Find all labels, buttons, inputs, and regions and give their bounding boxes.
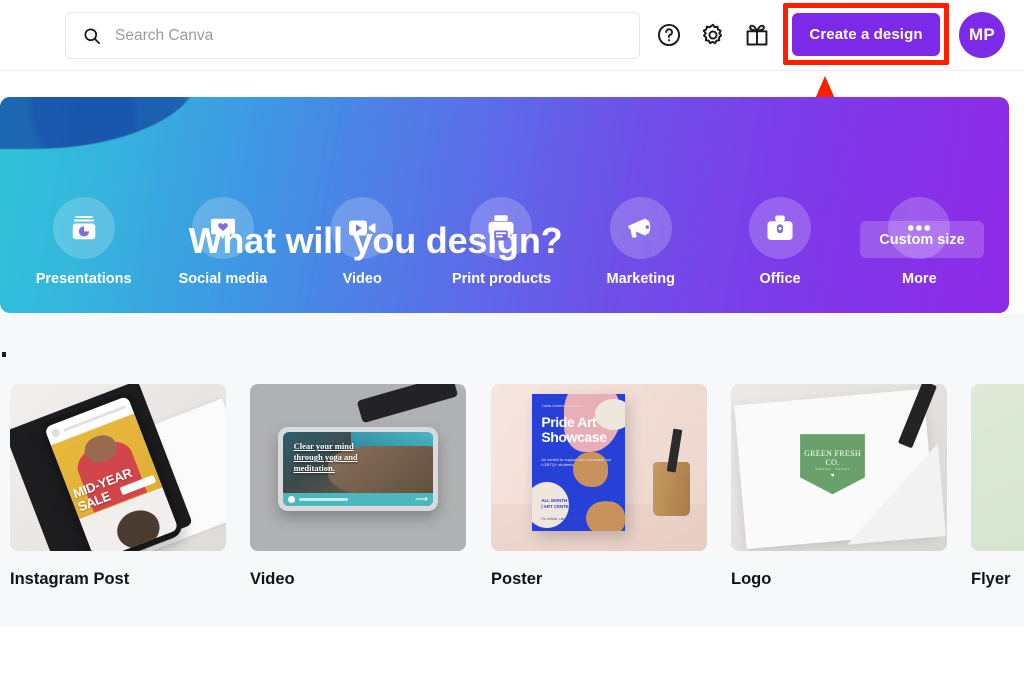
card-thumbnail[interactable] — [971, 384, 1024, 551]
design-type-banner: What will you design? Custom size Presen… — [0, 97, 1009, 313]
template-card-poster[interactable]: Calais University presents Pride Art Sho… — [491, 384, 707, 589]
card-thumbnail[interactable]: Calais University presents Pride Art Sho… — [491, 384, 707, 551]
help-icon[interactable] — [656, 22, 682, 48]
thumbnail-eyebrow: Calais University presents — [541, 403, 583, 408]
card-label: Video — [250, 570, 295, 588]
thumbnail-subtext: ORGANIC · MARKET — [815, 468, 850, 472]
card-thumbnail[interactable]: Clear your mind through yoga and meditat… — [250, 384, 466, 551]
card-label: Flyer — [971, 570, 1011, 588]
template-card-instagram-post[interactable]: MID-YEAR SALE Instagram Post — [10, 384, 226, 589]
thumbnail-art: Clear your mind through yoga and meditat… — [250, 384, 466, 551]
printer-icon — [470, 197, 533, 259]
thumbnail-art — [971, 384, 1024, 551]
thumbnail-details: ALL MONTH OF JUNE | 10 AM TO 5 PM | ART … — [541, 498, 623, 510]
section-marker — [2, 352, 6, 357]
category-label: More — [902, 271, 937, 287]
category-label: Office — [759, 271, 801, 287]
canva-homepage: Create a design MP What will you design?… — [0, 0, 1024, 692]
video-camera-icon — [331, 197, 394, 259]
template-card-logo[interactable]: GREEN FRESH CO. ORGANIC · MARKET ♥ Logo — [731, 384, 947, 589]
megaphone-icon — [609, 197, 672, 259]
presentation-icon — [52, 197, 115, 259]
templates-section: MID-YEAR SALE Instagram Post Clear your … — [0, 313, 1024, 627]
search-bar[interactable] — [65, 12, 640, 59]
category-label: Presentations — [35, 271, 132, 287]
thumbnail-art: Calais University presents Pride Art Sho… — [491, 384, 707, 551]
search-icon — [82, 26, 102, 46]
thumbnail-headline: Clear your mind through yoga and meditat… — [293, 441, 358, 474]
category-label: Video — [342, 271, 382, 287]
thumbnail-footer: For details, call 555-408-7890 — [541, 516, 587, 521]
design-category-row: Presentations Social media Video Print p… — [0, 197, 1009, 313]
category-label: Marketing — [606, 271, 676, 287]
category-social-media[interactable]: Social media — [153, 197, 292, 313]
card-label: Logo — [731, 570, 772, 588]
category-office[interactable]: Office — [710, 197, 849, 313]
card-thumbnail[interactable]: GREEN FRESH CO. ORGANIC · MARKET ♥ — [731, 384, 947, 551]
thumbnail-art: GREEN FRESH CO. ORGANIC · MARKET ♥ — [731, 384, 947, 551]
category-video[interactable]: Video — [293, 197, 432, 313]
template-card-video[interactable]: Clear your mind through yoga and meditat… — [250, 384, 466, 589]
heart-icon: ♥ — [830, 473, 835, 480]
category-label: Print products — [451, 271, 552, 287]
template-carousel: MID-YEAR SALE Instagram Post Clear your … — [10, 384, 1024, 600]
thumbnail-art: MID-YEAR SALE — [10, 384, 226, 551]
category-print-products[interactable]: Print products — [432, 197, 571, 313]
gift-icon[interactable] — [744, 22, 770, 48]
thumbnail-headline: GREEN FRESH CO. — [804, 449, 861, 468]
create-a-design-button[interactable]: Create a design — [792, 13, 940, 56]
banner-decoration — [0, 97, 200, 149]
search-input[interactable] — [115, 23, 595, 48]
ellipsis-icon — [888, 197, 951, 259]
thumbnail-body: An exhibit to support and showcase our L… — [541, 457, 612, 468]
category-presentations[interactable]: Presentations — [14, 197, 153, 313]
briefcase-icon — [749, 197, 812, 259]
card-label: Instagram Post — [10, 570, 130, 588]
gear-icon[interactable] — [700, 22, 726, 48]
card-label: Poster — [491, 570, 543, 588]
category-label: Social media — [178, 271, 268, 287]
template-card-flyer[interactable]: Flyer — [971, 384, 1024, 589]
category-marketing[interactable]: Marketing — [571, 197, 710, 313]
card-thumbnail[interactable]: MID-YEAR SALE — [10, 384, 226, 551]
avatar[interactable]: MP — [959, 12, 1005, 58]
thumbnail-headline: Pride Art Showcase — [541, 413, 607, 445]
category-more[interactable]: More — [850, 197, 989, 313]
heart-bubble-icon — [191, 197, 254, 259]
top-header-bar: Create a design MP — [0, 0, 1024, 71]
